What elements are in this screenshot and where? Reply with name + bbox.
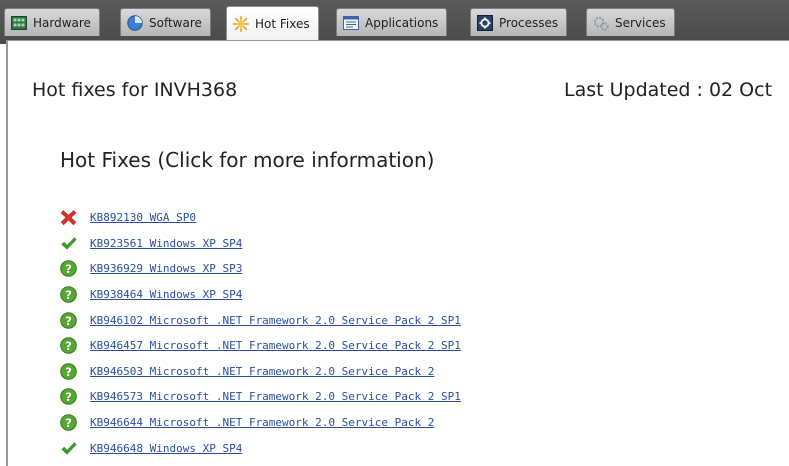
list-item: ? KB946102 Microsoft .NET Framework 2.0 … bbox=[60, 307, 461, 333]
tab-applications[interactable]: Applications bbox=[336, 8, 448, 36]
svg-text:?: ? bbox=[65, 416, 72, 430]
hardware-icon bbox=[11, 15, 27, 30]
list-item: KB892130 WGA SP0 bbox=[60, 205, 461, 231]
tab-software[interactable]: Software bbox=[120, 8, 211, 36]
hotfix-list: KB892130 WGA SP0 KB923561 Windows XP SP4… bbox=[60, 205, 461, 461]
svg-text:?: ? bbox=[65, 390, 72, 404]
svg-text:?: ? bbox=[65, 339, 72, 353]
list-item: ? KB946503 Microsoft .NET Framework 2.0 … bbox=[60, 359, 461, 385]
hotfix-sun-icon bbox=[233, 15, 249, 32]
list-item: ? KB936929 Windows XP SP3 bbox=[60, 256, 461, 282]
services-icon bbox=[593, 16, 609, 31]
green-question-icon: ? bbox=[60, 388, 77, 406]
hotfix-link[interactable]: KB946503 Microsoft .NET Framework 2.0 Se… bbox=[90, 365, 434, 378]
section-title: Hot Fixes (Click for more information) bbox=[60, 148, 435, 172]
hotfix-link[interactable]: KB946102 Microsoft .NET Framework 2.0 Se… bbox=[90, 314, 461, 327]
applications-icon bbox=[343, 15, 359, 30]
green-check-icon bbox=[61, 441, 77, 455]
svg-text:?: ? bbox=[65, 365, 72, 379]
tab-label: Hot Fixes bbox=[255, 16, 310, 31]
list-item: ? KB938464 Windows XP SP4 bbox=[60, 282, 461, 308]
tab-label: Services bbox=[615, 15, 666, 30]
green-check-icon bbox=[61, 237, 77, 250]
svg-text:?: ? bbox=[65, 288, 72, 302]
processes-icon bbox=[477, 14, 493, 31]
hotfix-link[interactable]: KB946648 Windows XP SP4 bbox=[90, 442, 242, 455]
list-item: KB946648 Windows XP SP4 bbox=[60, 435, 461, 461]
green-question-icon: ? bbox=[60, 311, 77, 329]
green-question-icon: ? bbox=[60, 286, 77, 303]
last-updated-label: Last Updated : 02 Oct bbox=[564, 79, 773, 101]
tab-hardware[interactable]: Hardware bbox=[4, 8, 100, 36]
hotfix-link[interactable]: KB923561 Windows XP SP4 bbox=[90, 237, 242, 250]
tab-label: Processes bbox=[499, 15, 559, 30]
tab-label: Hardware bbox=[33, 15, 91, 30]
hotfix-link[interactable]: KB938464 Windows XP SP4 bbox=[90, 288, 242, 301]
hotfix-link[interactable]: KB892130 WGA SP0 bbox=[90, 211, 196, 224]
hot-fixes-panel: Hot fixes for INVH368 Last Updated : 02 … bbox=[6, 40, 789, 466]
tab-services[interactable]: Services bbox=[586, 8, 675, 36]
software-icon bbox=[127, 14, 143, 31]
hotfix-link[interactable]: KB946573 Microsoft .NET Framework 2.0 Se… bbox=[90, 390, 461, 403]
red-x-icon bbox=[60, 210, 77, 226]
green-question-icon: ? bbox=[60, 414, 77, 431]
green-question-icon: ? bbox=[60, 260, 77, 278]
svg-text:?: ? bbox=[65, 313, 72, 327]
page-title: Hot fixes for INVH368 bbox=[32, 79, 238, 101]
svg-text:?: ? bbox=[65, 262, 72, 276]
list-item: ? KB946457 Microsoft .NET Framework 2.0 … bbox=[60, 333, 461, 359]
hotfix-link[interactable]: KB946644 Microsoft .NET Framework 2.0 Se… bbox=[90, 416, 434, 429]
green-question-icon: ? bbox=[60, 363, 77, 380]
list-item: ? KB946644 Microsoft .NET Framework 2.0 … bbox=[60, 410, 461, 436]
hotfix-link[interactable]: KB946457 Microsoft .NET Framework 2.0 Se… bbox=[90, 339, 461, 352]
list-item: KB923561 Windows XP SP4 bbox=[60, 231, 461, 257]
list-item: ? KB946573 Microsoft .NET Framework 2.0 … bbox=[60, 384, 461, 410]
green-question-icon: ? bbox=[60, 337, 77, 355]
tab-processes[interactable]: Processes bbox=[470, 8, 568, 36]
tab-bar: Hardware Software Hot Fixes Applications… bbox=[0, 0, 789, 44]
tab-label: Applications bbox=[365, 15, 439, 30]
hotfix-link[interactable]: KB936929 Windows XP SP3 bbox=[90, 262, 242, 275]
tab-hot-fixes[interactable]: Hot Fixes bbox=[226, 6, 319, 40]
tab-label: Software bbox=[149, 15, 202, 30]
